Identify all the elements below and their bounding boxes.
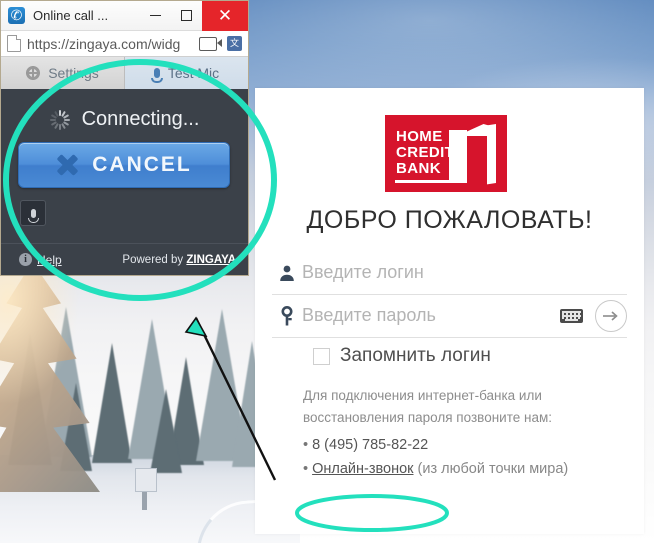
- connecting-status-row: Connecting...: [1, 108, 248, 131]
- support-instructions-line2: восстановления пароля позвоните нам:: [303, 410, 552, 425]
- page-title: ДОБРО ПОЖАЛОВАТЬ!: [306, 206, 593, 234]
- password-input[interactable]: [302, 305, 560, 326]
- powered-by: Powered by ZINGAYA: [122, 254, 236, 266]
- help-link-label: Help: [37, 252, 62, 267]
- contact-phone-number: 8 (495) 785-82-22: [312, 437, 429, 453]
- screenshot-stage: HOME CREDIT BANK ДОБРО ПОЖАЛОВАТЬ! Введи…: [0, 0, 654, 543]
- submit-login-button[interactable]: [595, 299, 627, 332]
- widget-body: Connecting... CANCEL i Help Powered by Z…: [1, 90, 248, 275]
- key-icon: [272, 305, 302, 326]
- bank-logo-underline: [395, 180, 451, 183]
- close-x-icon: [56, 154, 78, 176]
- login-field-row[interactable]: [272, 251, 627, 295]
- contact-phone-item: • 8 (495) 785-82-22: [303, 433, 568, 457]
- minimize-button[interactable]: [140, 1, 171, 31]
- tab-test-mic-label: Test Mic: [167, 65, 220, 81]
- list-bullet: •: [303, 461, 309, 477]
- address-bar-url[interactable]: https://zingaya.com/widg: [27, 36, 199, 52]
- remember-login-label: Запомнить логин: [340, 345, 491, 366]
- password-field-row[interactable]: [272, 294, 627, 338]
- microphone-icon: [150, 68, 163, 83]
- camera-icon[interactable]: [199, 36, 222, 51]
- bank-logo-line3: BANK: [396, 160, 441, 177]
- cancel-button[interactable]: CANCEL: [18, 142, 230, 188]
- home-credit-bank-logo: HOME CREDIT BANK: [385, 115, 507, 192]
- zingaya-widget-window: Online call ... ✕ https://zingaya.com/wi…: [0, 0, 249, 276]
- online-call-link[interactable]: Онлайн-звонок: [312, 461, 413, 477]
- window-title: Online call ...: [33, 8, 109, 23]
- info-icon: i: [19, 253, 32, 266]
- powered-by-prefix: Powered by: [122, 253, 187, 266]
- address-bar[interactable]: https://zingaya.com/widg 文: [1, 31, 248, 57]
- gear-icon: [26, 66, 41, 80]
- bank-login-panel: HOME CREDIT BANK ДОБРО ПОЖАЛОВАТЬ! Введи…: [255, 88, 644, 534]
- cancel-button-label: CANCEL: [92, 153, 192, 176]
- bank-logo-text: HOME CREDIT BANK: [396, 129, 454, 177]
- translate-icon[interactable]: 文: [227, 36, 242, 51]
- page-icon: [7, 35, 21, 52]
- remember-login-row[interactable]: Запомнить логин: [313, 345, 491, 367]
- support-instructions-line1: Для подключения интернет-банка или: [303, 388, 542, 403]
- tab-test-mic[interactable]: Test Mic: [125, 57, 248, 89]
- tab-settings[interactable]: Settings: [1, 57, 125, 89]
- bank-logo-house-icon: [449, 124, 496, 185]
- help-link[interactable]: i Help: [19, 253, 62, 267]
- online-call-suffix: (из любой точки мира): [413, 461, 569, 477]
- window-titlebar: Online call ... ✕: [1, 0, 248, 31]
- microphone-toggle-button[interactable]: [20, 200, 46, 226]
- microphone-icon: [27, 208, 39, 223]
- connecting-status-text: Connecting...: [81, 108, 200, 130]
- user-icon: [272, 264, 302, 282]
- bank-logo-line2: CREDIT: [396, 144, 455, 161]
- zingaya-brand-link[interactable]: ZINGAYA: [186, 254, 236, 266]
- contact-list: • 8 (495) 785-82-22 • Онлайн-звонок (из лю…: [303, 433, 568, 481]
- snow-post-sign: [135, 468, 157, 492]
- virtual-keyboard-icon[interactable]: [560, 308, 583, 323]
- maximize-button[interactable]: [171, 1, 202, 31]
- bank-logo-line1: HOME: [396, 128, 443, 145]
- login-input[interactable]: [302, 262, 627, 283]
- loading-spinner-icon: [49, 109, 70, 130]
- remember-login-checkbox[interactable]: [313, 347, 330, 365]
- list-bullet: •: [303, 437, 309, 453]
- support-instructions: Для подключения интернет-банка или восст…: [303, 385, 623, 429]
- widget-footer: i Help Powered by ZINGAYA: [1, 243, 248, 275]
- widget-tabs: Settings Test Mic: [1, 57, 248, 89]
- tab-settings-label: Settings: [48, 65, 99, 81]
- sun-glow: [0, 255, 80, 405]
- phone-icon: [8, 5, 25, 25]
- contact-online-call-item[interactable]: • Онлайн-звонок (из любой точки мира): [303, 457, 568, 481]
- close-button[interactable]: ✕: [202, 0, 248, 31]
